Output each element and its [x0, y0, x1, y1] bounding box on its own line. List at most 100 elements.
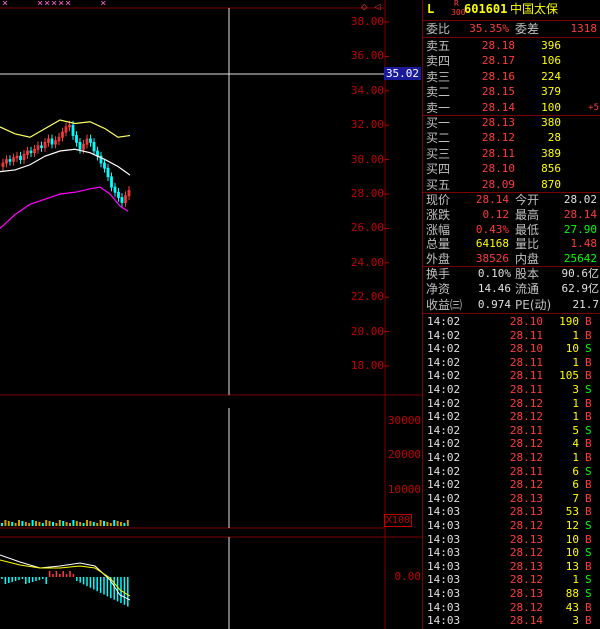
webi-label: 委比: [426, 22, 451, 36]
fundamental-value: 90.6亿: [561, 267, 600, 280]
sell-order-volume: 106: [541, 54, 561, 68]
volume-bar: [79, 522, 82, 526]
sell-order-row[interactable]: 卖五 28.18 396: [423, 38, 600, 54]
stock-marker: L: [427, 2, 435, 16]
kline-chart-area[interactable]: × ××××× × ◇ ◁ 38.00 36.00 34.00 32.00 30.00 2…: [0, 0, 422, 629]
sell-order-volume: 396: [541, 39, 561, 52]
volume-bar: [58, 520, 61, 526]
stats-value: 25642: [563, 252, 597, 266]
diamond-icon[interactable]: ◇: [361, 0, 368, 13]
trade-price: 28.14: [509, 614, 543, 628]
volume-bar: [96, 523, 99, 526]
fundamental-label: 收益㈢: [426, 297, 463, 312]
volume-bar: [48, 521, 51, 526]
stats-value: 1.48: [570, 237, 598, 251]
macd-axis-label: 0.00: [394, 570, 422, 583]
volume-bar: [123, 523, 126, 526]
fundamental-label: 净资: [426, 282, 451, 297]
buy-order-volume: 380: [541, 116, 561, 129]
volume-bar: [116, 521, 119, 526]
buy-order-label: 买四: [426, 162, 451, 177]
crosshair-price-label: 35.02: [384, 67, 421, 80]
buy-order-price: 28.11: [481, 146, 515, 160]
price-tick-label: 26.00: [350, 221, 384, 235]
volume-bar: [41, 523, 44, 526]
price-tick-label: 22.00: [350, 290, 384, 304]
volume-bar: [62, 521, 65, 526]
candle-body: [71, 124, 75, 136]
sell-order-row[interactable]: 卖四 28.17 106: [423, 53, 600, 69]
candle-body: [103, 162, 106, 169]
stats-row: 现价 28.14 今开 28.02: [423, 192, 600, 208]
weicha-label: 委差: [515, 22, 540, 36]
fundamental-label: PE(动): [515, 297, 552, 312]
volume-bar: [4, 520, 7, 526]
stats-value: 64168: [475, 237, 509, 251]
buy-order-volume: 28: [547, 131, 561, 145]
fundamental-value: 0.10%: [477, 267, 511, 280]
sell-order-volume: 379: [541, 85, 561, 99]
trade-row[interactable]: 14:03 28.14 3 B: [423, 613, 600, 629]
volume-bar: [1, 523, 3, 526]
sell-order-row[interactable]: 卖三 28.16 224: [423, 69, 600, 85]
moving-average-line: [0, 186, 129, 229]
expand-icon[interactable]: ◁: [374, 0, 381, 13]
fundamental-row: 净资 14.46 流通 62.9亿: [423, 281, 600, 297]
buy-order-price: 28.12: [481, 131, 515, 145]
trade-side: B: [585, 614, 592, 628]
sell-order-volume: 224: [541, 69, 561, 83]
stock-title-bar[interactable]: L R 300 601601 中国太保: [423, 0, 600, 20]
volume-bar: [24, 522, 27, 526]
volume-bar: [31, 520, 34, 526]
buy-order-row[interactable]: 买一 28.13 380: [423, 115, 600, 131]
volume-bar: [52, 522, 54, 526]
volume-bar: [120, 522, 122, 526]
sell-order-label: 卖四: [426, 54, 451, 69]
candle-body: [117, 191, 120, 198]
fundamental-label: 换手: [426, 267, 451, 281]
quote-panel: L R 300 601601 中国太保 委比 35.35% 委差 1318 卖五…: [422, 0, 600, 629]
buy-order-volume: 870: [541, 177, 561, 191]
volume-bar: [72, 520, 75, 526]
stats-label: 今开: [515, 193, 540, 207]
stats-value: 28.14: [475, 193, 509, 206]
fundamental-value: 21.7: [572, 297, 600, 311]
stats-row: 总量 64168 量比 1.48: [423, 236, 600, 252]
candle-body: [106, 167, 110, 178]
price-tick-label: 30.00: [350, 152, 384, 166]
sell-order-row[interactable]: 卖一 28.14 100 +5: [423, 100, 600, 116]
sell-order-change: +5: [588, 102, 599, 113]
toolbar-x-markers[interactable]: × ××××× ×: [2, 0, 107, 9]
price-tick-label: 20.00: [350, 324, 384, 338]
fundamental-row: 收益㈢ 0.974 PE(动) 21.7: [423, 297, 600, 313]
candle-body: [40, 145, 43, 148]
stats-label: 总量: [426, 237, 451, 252]
fundamental-label: 股本: [515, 267, 540, 281]
buy-order-row[interactable]: 买五 28.09 870: [423, 177, 600, 193]
stats-value: 0.43%: [475, 222, 509, 236]
volume-unit-label: X100: [384, 514, 412, 527]
price-tick-label: 18.00: [350, 359, 384, 372]
price-tick-label: 32.00: [350, 118, 384, 132]
volume-bar: [86, 520, 88, 526]
price-tick-label: 38.00: [350, 15, 384, 28]
buy-order-price: 28.13: [481, 116, 515, 129]
volume-tick-label: 10000: [387, 483, 421, 496]
fundamental-row: 换手 0.10% 股本 90.6亿: [423, 266, 600, 282]
volume-tick-label: 20000: [387, 448, 421, 461]
buy-order-row[interactable]: 买三 28.11 389: [423, 146, 600, 162]
stats-label: 量比: [515, 237, 540, 252]
stats-row: 外盘 38526 内盘 25642: [423, 251, 600, 267]
volume-bar: [99, 520, 102, 526]
volume-bar: [106, 522, 109, 526]
volume-bar: [126, 520, 129, 526]
buy-order-row[interactable]: 买四 28.10 856: [423, 161, 600, 177]
candle-body: [19, 155, 22, 161]
stats-label: 外盘: [426, 252, 451, 267]
volume-bar: [92, 522, 95, 526]
buy-order-row[interactable]: 买二 28.12 28: [423, 130, 600, 146]
sell-order-label: 卖一: [426, 100, 451, 115]
fundamental-value: 62.9亿: [561, 282, 600, 296]
sell-order-row[interactable]: 卖二 28.15 379: [423, 84, 600, 100]
webi-value: 35.35%: [469, 22, 509, 35]
